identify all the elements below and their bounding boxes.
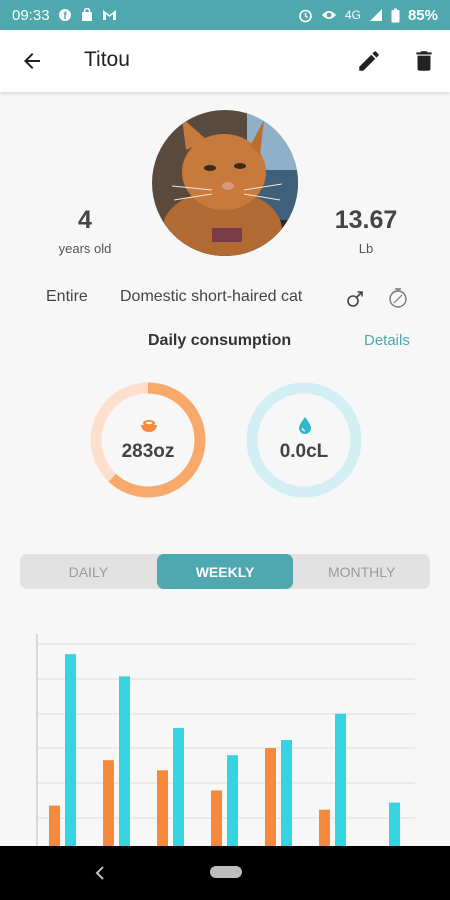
- chart-bar: [211, 790, 222, 846]
- age-stat: 4 years old: [40, 206, 130, 256]
- water-consumption-ring[interactable]: 0.0cL: [245, 381, 363, 499]
- pet-photo: [152, 110, 298, 256]
- visibility-icon: [321, 11, 336, 19]
- water-ring-track: [246, 382, 362, 498]
- chart-bar: [389, 802, 400, 846]
- chart-bar: [173, 727, 184, 846]
- age-unit: years old: [58, 241, 112, 256]
- trash-icon[interactable]: [411, 48, 437, 74]
- app-bar: Titou: [0, 30, 450, 92]
- nav-back-icon[interactable]: [92, 864, 108, 882]
- consumption-bar-chart: [36, 634, 415, 846]
- chart-bar: [65, 654, 76, 846]
- tab-weekly[interactable]: WEEKLY: [156, 554, 294, 589]
- signal-icon: [369, 9, 382, 21]
- food-consumption-value: 283oz: [121, 441, 175, 462]
- pet-avatar[interactable]: [152, 110, 298, 256]
- chart-bar: [103, 760, 114, 846]
- food-bowl-icon: [141, 420, 157, 432]
- notification-gmail-icon: [102, 10, 116, 20]
- network-type: 4G: [344, 8, 361, 22]
- chart-bar: [227, 755, 238, 846]
- notification-app-icon: f: [58, 9, 71, 22]
- age-value: 4: [78, 206, 92, 234]
- daily-consumption-title: Daily consumption: [148, 332, 292, 349]
- page-title: Titou: [84, 48, 130, 71]
- status-bar: 09:33 f 4G 85%: [0, 0, 450, 30]
- battery-level: 85%: [407, 6, 438, 24]
- system-nav-bar: [0, 846, 450, 900]
- chart-bar: [49, 805, 60, 846]
- neutered-icon: [389, 288, 407, 308]
- chart-bar: [265, 748, 276, 846]
- back-arrow-icon[interactable]: [20, 49, 44, 73]
- chart-bar: [319, 809, 330, 846]
- chart-bar: [281, 740, 292, 846]
- chart-bar: [335, 713, 346, 846]
- breed: Domestic short-haired cat: [120, 288, 303, 305]
- food-consumption-ring[interactable]: 283oz: [89, 381, 207, 499]
- weight-unit: Lb: [358, 241, 374, 256]
- period-selector: DAILY WEEKLY MONTHLY: [20, 554, 430, 589]
- status-time: 09:33: [12, 6, 50, 24]
- edit-pencil-icon[interactable]: [356, 48, 382, 74]
- male-icon: [347, 291, 363, 307]
- battery-icon: [391, 8, 400, 22]
- alarm-icon: [299, 9, 312, 22]
- tab-daily[interactable]: DAILY: [20, 554, 157, 589]
- water-drop-icon: [299, 417, 311, 434]
- water-consumption-value: 0.0cL: [279, 441, 329, 462]
- notification-bag-icon: [81, 8, 92, 21]
- chart-bar: [157, 770, 168, 846]
- consumption-chart: [0, 630, 450, 846]
- weight-stat: 13.67 Lb: [320, 206, 412, 256]
- nav-home-pill[interactable]: [210, 866, 242, 878]
- neuter-status: Entire: [46, 288, 88, 305]
- weight-value: 13.67: [334, 206, 398, 234]
- chart-bar: [119, 676, 130, 846]
- details-link[interactable]: Details: [364, 332, 410, 349]
- tab-monthly[interactable]: MONTHLY: [293, 554, 430, 589]
